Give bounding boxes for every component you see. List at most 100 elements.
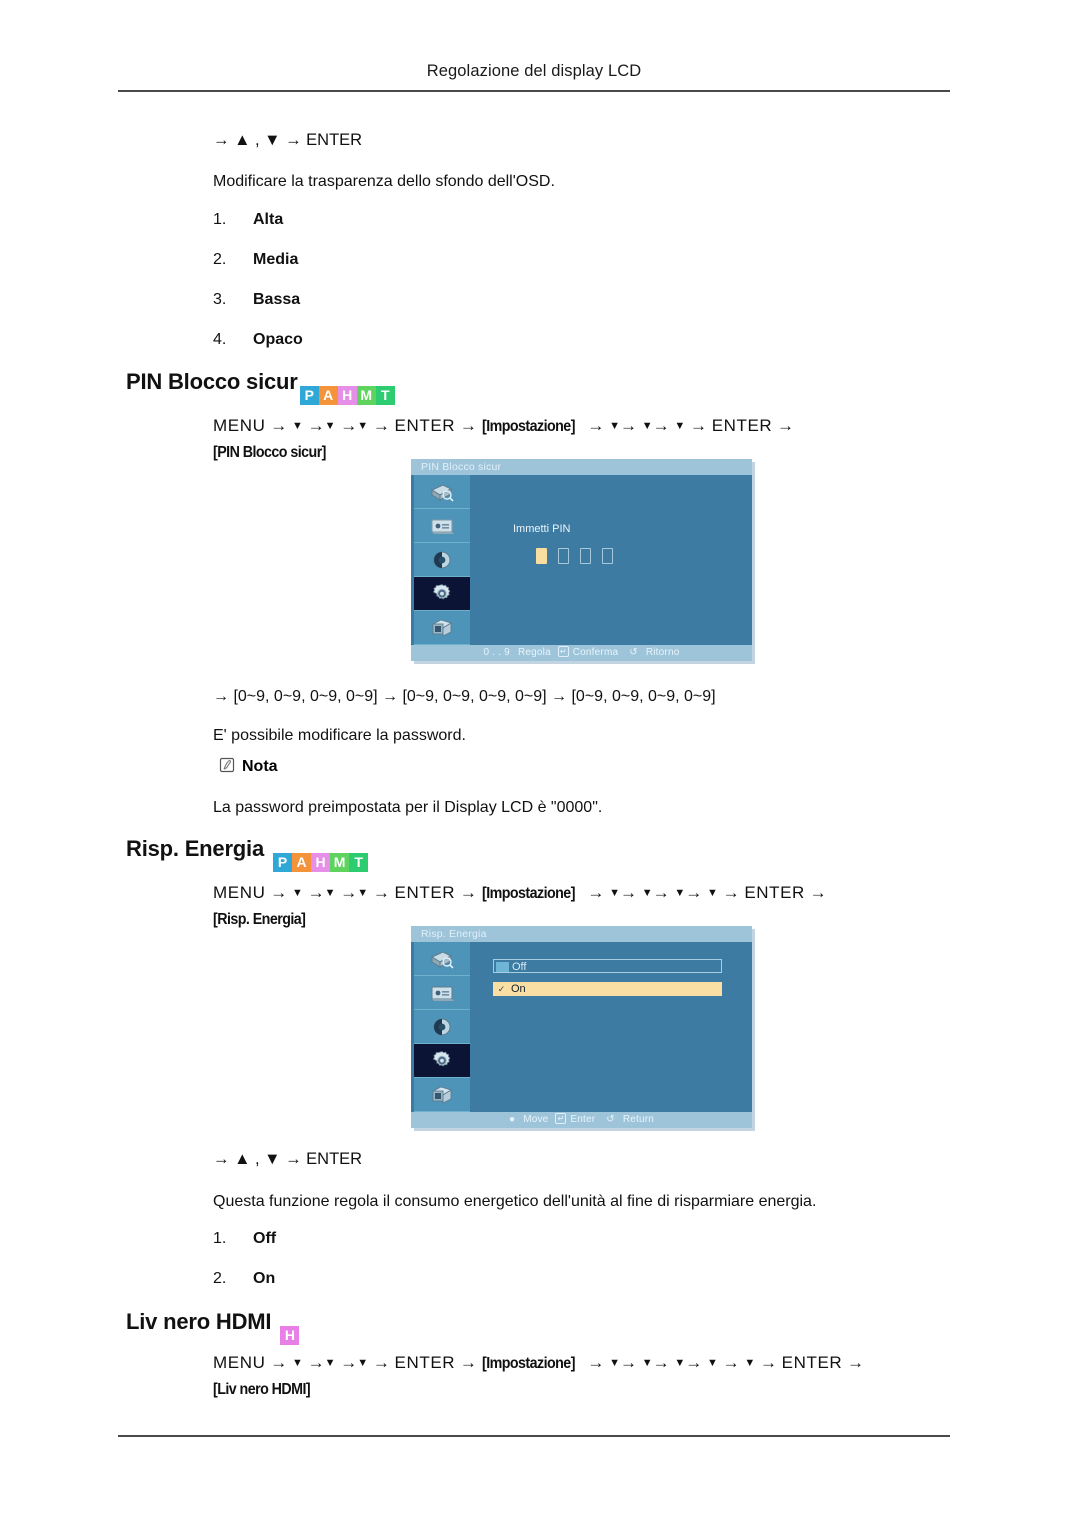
pin-digit-1[interactable] — [536, 548, 547, 564]
menu-key: MENU — [213, 1353, 266, 1372]
pin-return-label: Ritorno — [645, 647, 680, 658]
osd-option-on-label: On — [511, 983, 526, 995]
pin-range-label: 0 . . 9 — [483, 647, 510, 658]
down-arrow-icon: ▼ — [357, 1357, 369, 1369]
hdmi-menu-path: MENU → ▼ →▼ →▼ → ENTER → [Impostazione] … — [213, 1350, 983, 1401]
down-arrow-icon: ▼ — [706, 887, 718, 899]
down-arrow-icon: ▼ — [324, 420, 336, 432]
enter-key: ENTER — [394, 883, 456, 902]
energy-menu-path: MENU → ▼ →▼ →▼ → ENTER → [Impostazione] … — [213, 880, 983, 931]
arrow-icon: → — [372, 416, 390, 435]
down-arrow-icon: ▼ — [609, 1357, 620, 1369]
pin-nota-text: La password preimpostata per il Display … — [213, 799, 603, 816]
pin-confirm-label: Conferma — [572, 647, 619, 658]
menu-condition-impostazione: [Impostazione] — [481, 885, 575, 902]
badge-p: P — [273, 853, 292, 872]
pin-digit-2[interactable] — [558, 548, 569, 564]
nota-block: Nota — [219, 757, 278, 776]
list-item-number: 1. — [213, 1230, 227, 1247]
arrow-icon: → — [652, 416, 670, 435]
arrow-icon: → — [270, 883, 288, 902]
menu-key: MENU — [213, 883, 266, 902]
arrow-icon: → — [689, 416, 707, 435]
pin-entry-boxes[interactable] — [536, 548, 624, 569]
menu-key: MENU — [213, 416, 266, 435]
arrow-icon: → — [619, 883, 637, 902]
badge-m: M — [356, 386, 376, 405]
osd-option-on[interactable]: ✓ On — [493, 982, 722, 996]
arrow-icon: → — [307, 883, 325, 902]
osd-sidebar — [414, 942, 470, 1112]
list-item: 3. Bassa — [213, 291, 303, 331]
document-page: Regolazione del display LCD → ▲ , ▼ → EN… — [0, 0, 1080, 1527]
badge-a: A — [318, 386, 338, 405]
arrow-icon: → — [459, 416, 477, 435]
check-icon: ✓ — [497, 984, 506, 994]
arrow-icon: → — [652, 1353, 670, 1372]
arrow-icon: → — [619, 1353, 637, 1372]
osd-move-label: Move — [523, 1114, 549, 1125]
input-source-icon[interactable] — [414, 942, 470, 976]
osd-option-off-label: Off — [512, 961, 527, 973]
pin-section-heading-text: PIN Blocco sicur — [126, 369, 298, 394]
arrow-icon: → — [809, 883, 827, 902]
osd-pin-dialog: PIN Blocco sicur Immetti PIN 0 . . 9 Reg… — [411, 459, 752, 661]
osd-option-off[interactable]: Off — [493, 959, 722, 973]
down-arrow-icon: ▼ — [291, 887, 303, 899]
down-arrow-icon: ▼ — [641, 887, 653, 899]
list-item-label: Media — [253, 251, 299, 268]
down-arrow-icon: ▼ — [674, 1357, 686, 1369]
header-divider — [118, 90, 950, 92]
multi-control-icon[interactable] — [414, 1078, 470, 1112]
badge-m: M — [330, 853, 349, 872]
input-source-icon[interactable] — [414, 475, 470, 509]
down-arrow-icon: ▼ — [324, 1357, 336, 1369]
contrast-icon[interactable] — [414, 543, 470, 577]
return-key-icon: ↺ — [629, 647, 638, 658]
down-arrow-icon: ▼ — [674, 887, 686, 899]
pin-menu-path: MENU → ▼ →▼ →▼ → ENTER → [Impostazione] … — [213, 413, 983, 464]
menu-condition-impostazione: [Impostazione] — [481, 1355, 575, 1372]
down-arrow-icon: ▼ — [324, 887, 336, 899]
picture-icon[interactable] — [414, 509, 470, 543]
osd-content-area: Off ✓ On — [470, 942, 752, 1112]
list-item: 1. Off — [213, 1230, 276, 1270]
list-item: 2. Media — [213, 251, 303, 291]
menu-condition-pin-blocco-sicur: [PIN Blocco sicur] — [213, 443, 326, 461]
down-arrow-icon: ▼ — [674, 420, 686, 432]
enter-key: ENTER — [394, 1353, 456, 1372]
pin-digit-3[interactable] — [580, 548, 591, 564]
badge-p: P — [299, 386, 319, 405]
arrow-icon: → — [307, 416, 325, 435]
down-arrow-icon: ▼ — [744, 1357, 756, 1369]
energy-description: Questa funzione regola il consumo energe… — [213, 1193, 817, 1210]
list-item-label: Off — [253, 1230, 277, 1247]
contrast-icon[interactable] — [414, 1010, 470, 1044]
pin-digit-4[interactable] — [602, 548, 613, 564]
osd-energy-dialog: Risp. Energia Off ✓ On ● Move ↵ Enter ↺ … — [411, 926, 752, 1128]
arrow-icon: → — [340, 416, 358, 435]
arrow-icon: → — [372, 1353, 390, 1372]
picture-icon[interactable] — [414, 976, 470, 1010]
osd-footer-bar: 0 . . 9 Regola ↵ Conferma ↺ Ritorno — [411, 645, 752, 661]
menu-condition-impostazione: [Impostazione] — [481, 418, 575, 435]
setup-gear-icon[interactable] — [414, 577, 470, 611]
enter-key: ENTER — [394, 416, 456, 435]
badge-t: T — [349, 853, 368, 872]
move-key-icon: ● — [508, 1114, 516, 1125]
arrow-icon: → — [685, 883, 703, 902]
list-item-number: 1. — [213, 211, 227, 228]
pin-section-badges: PAHMT — [299, 386, 395, 405]
arrow-icon: → — [587, 1353, 605, 1372]
down-arrow-icon: ▼ — [291, 1357, 303, 1369]
list-item-number: 2. — [213, 251, 227, 268]
down-arrow-icon: ▼ — [706, 1357, 718, 1369]
multi-control-icon[interactable] — [414, 611, 470, 645]
arrow-icon: → — [307, 1353, 325, 1372]
note-icon — [219, 757, 236, 774]
arrow-icon: → — [777, 416, 795, 435]
setup-gear-icon[interactable] — [414, 1044, 470, 1078]
list-item: 4. Opaco — [213, 331, 303, 371]
osd-title-bar: PIN Blocco sicur — [411, 459, 752, 475]
osd-return-label: Return — [622, 1114, 655, 1125]
